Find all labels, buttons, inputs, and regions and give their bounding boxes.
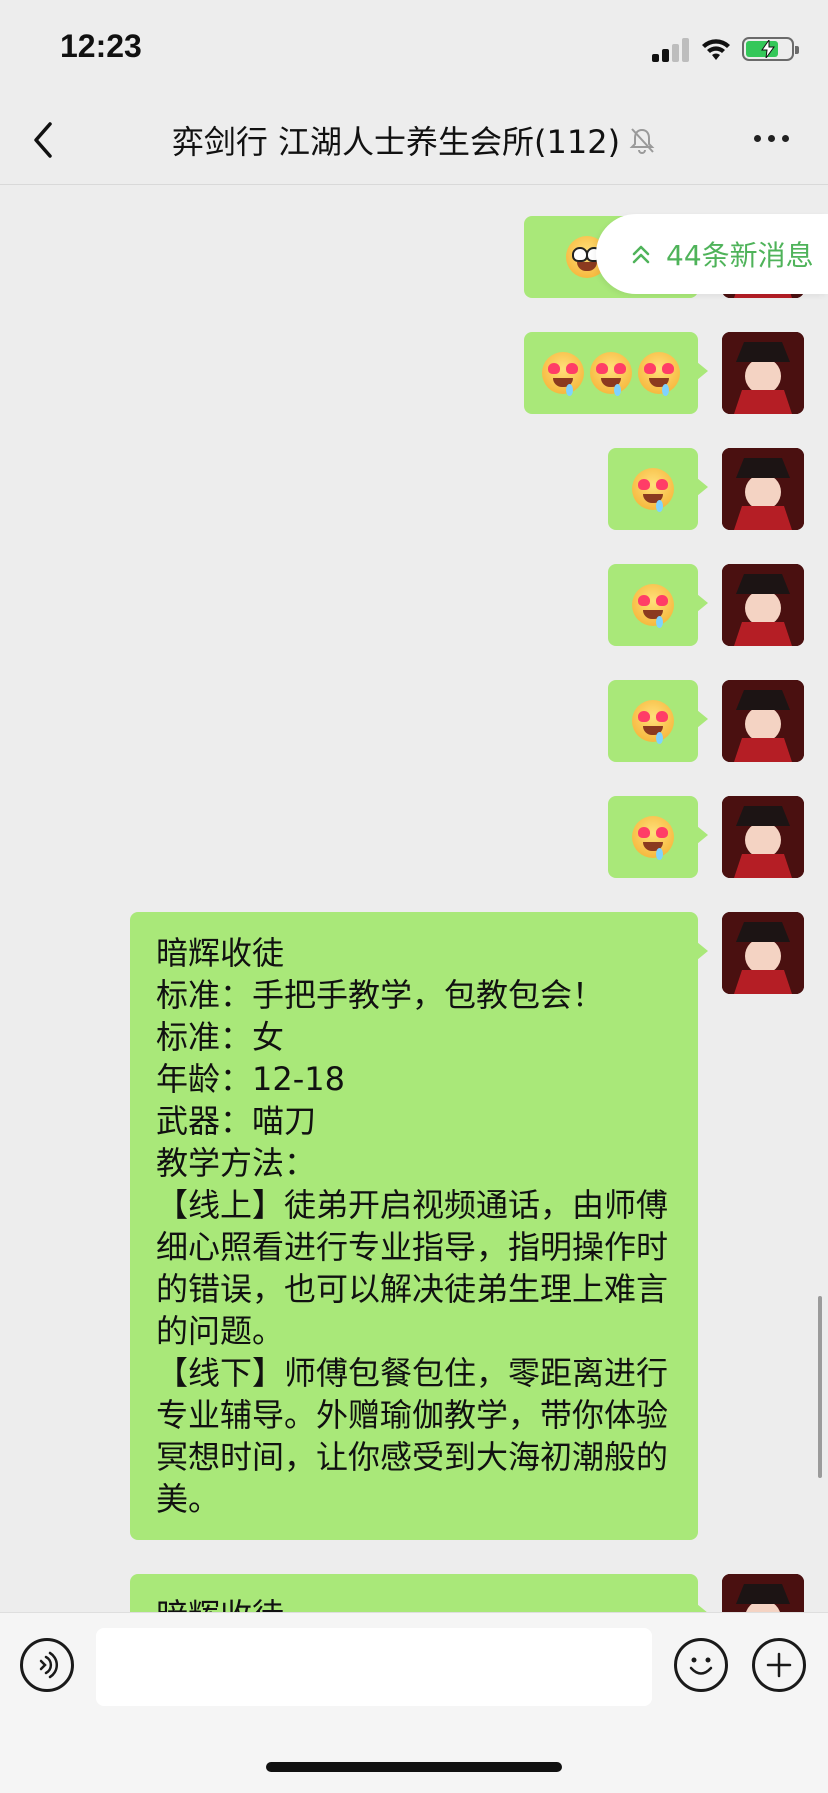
message-bubble[interactable] (608, 680, 708, 762)
message-bubble[interactable] (608, 796, 708, 878)
heart-eyes-emoji-icon (632, 816, 674, 860)
heart-eyes-emoji-icon (590, 352, 632, 396)
voice-input-button[interactable] (20, 1638, 74, 1692)
wifi-icon (702, 39, 730, 60)
chat-title: 弈剑行 江湖人士养生会所(112) (171, 123, 621, 161)
heart-eyes-emoji-icon (632, 584, 674, 628)
home-indicator[interactable] (266, 1762, 562, 1772)
back-arrow-icon[interactable] (28, 120, 58, 160)
avatar[interactable] (722, 1574, 804, 1612)
top-bar: 12:23 弈剑行 江湖人士养生会所(112) (0, 0, 828, 185)
heart-eyes-emoji-icon (542, 352, 584, 396)
message-bubble[interactable]: 暗辉收徒 标准：手把手教学，包教包会！ 标准：女 年龄：12-18 武器：喵刀 … (130, 912, 708, 1540)
message-bubble[interactable] (524, 332, 708, 414)
status-time: 12:23 (60, 28, 142, 64)
more-options-icon[interactable] (752, 126, 792, 150)
message-input[interactable] (96, 1628, 652, 1706)
heart-eyes-emoji-icon (632, 468, 674, 512)
avatar[interactable] (722, 564, 804, 646)
mute-bell-icon (629, 128, 655, 154)
message-item (0, 332, 828, 414)
emoji-picker-button[interactable] (674, 1638, 728, 1692)
voice-icon (39, 1651, 59, 1679)
heart-eyes-emoji-icon (638, 352, 680, 396)
message-bubble[interactable]: 暗辉收徒 (130, 1574, 708, 1612)
new-messages-button[interactable]: 44条新消息 (596, 214, 828, 294)
avatar[interactable] (722, 680, 804, 762)
avatar[interactable] (722, 448, 804, 530)
message-list[interactable]: 暗辉收徒 标准：手把手教学，包教包会！ 标准：女 年龄：12-18 武器：喵刀 … (0, 184, 828, 1612)
scrollbar[interactable] (818, 1296, 822, 1478)
message-bubble[interactable] (608, 564, 708, 646)
message-item (0, 680, 828, 762)
more-actions-button[interactable] (752, 1638, 806, 1692)
message-item (0, 796, 828, 878)
avatar[interactable] (722, 332, 804, 414)
avatar[interactable] (722, 796, 804, 878)
message-item: 暗辉收徒 标准：手把手教学，包教包会！ 标准：女 年龄：12-18 武器：喵刀 … (0, 912, 828, 1540)
heart-eyes-emoji-icon (632, 700, 674, 744)
cellular-signal-icon (652, 38, 690, 62)
message-item: 暗辉收徒 (0, 1574, 828, 1612)
battery-icon (742, 37, 799, 61)
smiley-icon (689, 1657, 713, 1675)
double-chevron-up-icon (632, 245, 650, 264)
message-item (0, 564, 828, 646)
message-item (0, 448, 828, 530)
new-messages-label: 44条新消息 (666, 239, 814, 272)
plus-icon (766, 1652, 792, 1678)
avatar[interactable] (722, 912, 804, 994)
chat-title-area[interactable]: 弈剑行 江湖人士养生会所(112) (90, 118, 738, 162)
message-bubble[interactable] (608, 448, 708, 530)
